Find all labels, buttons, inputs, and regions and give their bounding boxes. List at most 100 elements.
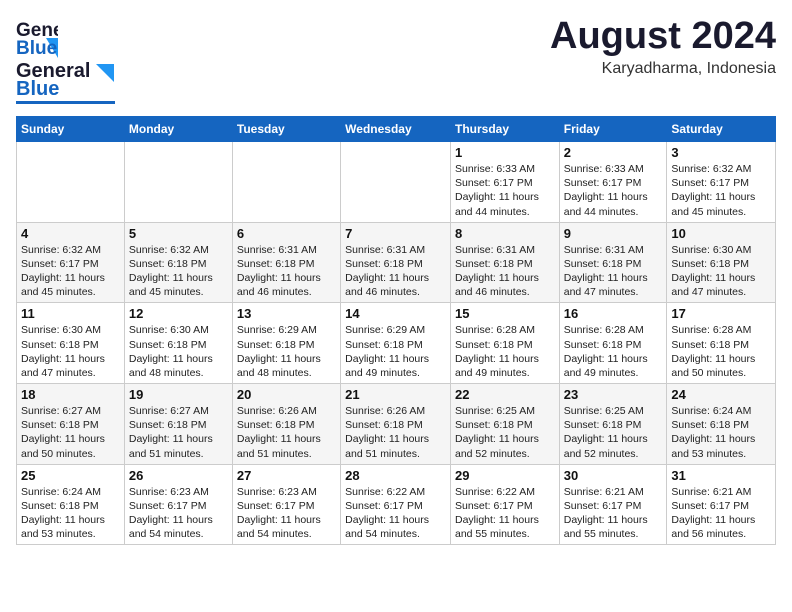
day-cell: 15 Sunrise: 6:28 AMSunset: 6:18 PMDayligh… xyxy=(450,303,559,384)
svg-text:Blue: Blue xyxy=(16,38,57,58)
day-number: 21 xyxy=(345,387,446,402)
day-number: 6 xyxy=(237,226,336,241)
day-cell: 11 Sunrise: 6:30 AMSunset: 6:18 PMDayligh… xyxy=(17,303,125,384)
day-number: 30 xyxy=(564,468,663,483)
day-number: 10 xyxy=(671,226,771,241)
day-number: 1 xyxy=(455,145,555,160)
day-cell: 3 Sunrise: 6:32 AMSunset: 6:17 PMDaylight… xyxy=(667,142,776,223)
day-cell xyxy=(232,142,340,223)
logo-icon: General Blue xyxy=(16,16,58,58)
day-cell: 10 Sunrise: 6:30 AMSunset: 6:18 PMDayligh… xyxy=(667,222,776,303)
logo-blue: Blue xyxy=(16,79,59,99)
weekday-header-sunday: Sunday xyxy=(17,117,125,142)
weekday-header-friday: Friday xyxy=(559,117,667,142)
day-cell: 9 Sunrise: 6:31 AMSunset: 6:18 PMDaylight… xyxy=(559,222,667,303)
day-detail: Sunrise: 6:22 AMSunset: 6:17 PMDaylight:… xyxy=(455,485,555,542)
day-number: 31 xyxy=(671,468,771,483)
day-cell: 23 Sunrise: 6:25 AMSunset: 6:18 PMDayligh… xyxy=(559,384,667,465)
day-detail: Sunrise: 6:26 AMSunset: 6:18 PMDaylight:… xyxy=(237,404,336,461)
day-detail: Sunrise: 6:24 AMSunset: 6:18 PMDaylight:… xyxy=(671,404,771,461)
day-cell: 13 Sunrise: 6:29 AMSunset: 6:18 PMDayligh… xyxy=(232,303,340,384)
day-number: 29 xyxy=(455,468,555,483)
day-number: 8 xyxy=(455,226,555,241)
day-detail: Sunrise: 6:27 AMSunset: 6:18 PMDaylight:… xyxy=(129,404,228,461)
day-cell xyxy=(341,142,451,223)
day-cell: 18 Sunrise: 6:27 AMSunset: 6:18 PMDayligh… xyxy=(17,384,125,465)
location-title: Karyadharma, Indonesia xyxy=(550,60,776,78)
day-number: 28 xyxy=(345,468,446,483)
day-cell: 26 Sunrise: 6:23 AMSunset: 6:17 PMDayligh… xyxy=(124,464,232,545)
day-detail: Sunrise: 6:25 AMSunset: 6:18 PMDaylight:… xyxy=(564,404,663,461)
day-detail: Sunrise: 6:23 AMSunset: 6:17 PMDaylight:… xyxy=(237,485,336,542)
day-cell: 20 Sunrise: 6:26 AMSunset: 6:18 PMDayligh… xyxy=(232,384,340,465)
logo-triangle-icon xyxy=(96,64,114,82)
day-number: 11 xyxy=(21,306,120,321)
calendar-table: SundayMondayTuesdayWednesdayThursdayFrid… xyxy=(16,116,776,545)
page-header: General Blue General Blue August 2024 Ka… xyxy=(16,16,776,104)
day-detail: Sunrise: 6:31 AMSunset: 6:18 PMDaylight:… xyxy=(237,243,336,300)
day-detail: Sunrise: 6:28 AMSunset: 6:18 PMDaylight:… xyxy=(455,323,555,380)
day-detail: Sunrise: 6:33 AMSunset: 6:17 PMDaylight:… xyxy=(564,162,663,219)
day-detail: Sunrise: 6:21 AMSunset: 6:17 PMDaylight:… xyxy=(564,485,663,542)
week-row-2: 4 Sunrise: 6:32 AMSunset: 6:17 PMDaylight… xyxy=(17,222,776,303)
day-detail: Sunrise: 6:23 AMSunset: 6:17 PMDaylight:… xyxy=(129,485,228,542)
day-cell: 5 Sunrise: 6:32 AMSunset: 6:18 PMDaylight… xyxy=(124,222,232,303)
day-detail: Sunrise: 6:22 AMSunset: 6:17 PMDaylight:… xyxy=(345,485,446,542)
logo: General Blue General Blue xyxy=(16,16,115,104)
day-cell: 6 Sunrise: 6:31 AMSunset: 6:18 PMDaylight… xyxy=(232,222,340,303)
day-number: 15 xyxy=(455,306,555,321)
day-cell xyxy=(17,142,125,223)
day-number: 16 xyxy=(564,306,663,321)
day-detail: Sunrise: 6:32 AMSunset: 6:18 PMDaylight:… xyxy=(129,243,228,300)
weekday-header-row: SundayMondayTuesdayWednesdayThursdayFrid… xyxy=(17,117,776,142)
day-detail: Sunrise: 6:31 AMSunset: 6:18 PMDaylight:… xyxy=(564,243,663,300)
day-detail: Sunrise: 6:29 AMSunset: 6:18 PMDaylight:… xyxy=(237,323,336,380)
day-number: 2 xyxy=(564,145,663,160)
day-cell: 19Sunrise: 6:27 AMSunset: 6:18 PMDayligh… xyxy=(124,384,232,465)
day-cell: 27 Sunrise: 6:23 AMSunset: 6:17 PMDayligh… xyxy=(232,464,340,545)
day-cell: 14Sunrise: 6:29 AMSunset: 6:18 PMDayligh… xyxy=(341,303,451,384)
weekday-header-wednesday: Wednesday xyxy=(341,117,451,142)
day-number: 26 xyxy=(129,468,228,483)
day-number: 27 xyxy=(237,468,336,483)
day-cell: 29 Sunrise: 6:22 AMSunset: 6:17 PMDayligh… xyxy=(450,464,559,545)
day-cell: 28 Sunrise: 6:22 AMSunset: 6:17 PMDayligh… xyxy=(341,464,451,545)
day-cell: 16 Sunrise: 6:28 AMSunset: 6:18 PMDayligh… xyxy=(559,303,667,384)
week-row-1: 1 Sunrise: 6:33 AMSunset: 6:17 PMDaylight… xyxy=(17,142,776,223)
day-detail: Sunrise: 6:30 AMSunset: 6:18 PMDaylight:… xyxy=(671,243,771,300)
day-cell: 2 Sunrise: 6:33 AMSunset: 6:17 PMDaylight… xyxy=(559,142,667,223)
day-cell: 21 Sunrise: 6:26 AMSunset: 6:18 PMDayligh… xyxy=(341,384,451,465)
day-detail: Sunrise: 6:31 AMSunset: 6:18 PMDaylight:… xyxy=(455,243,555,300)
weekday-header-monday: Monday xyxy=(124,117,232,142)
day-number: 23 xyxy=(564,387,663,402)
day-number: 9 xyxy=(564,226,663,241)
day-detail: Sunrise: 6:30 AMSunset: 6:18 PMDaylight:… xyxy=(21,323,120,380)
day-cell: 22 Sunrise: 6:25 AMSunset: 6:18 PMDayligh… xyxy=(450,384,559,465)
day-detail: Sunrise: 6:27 AMSunset: 6:18 PMDaylight:… xyxy=(21,404,120,461)
day-detail: Sunrise: 6:32 AMSunset: 6:17 PMDaylight:… xyxy=(671,162,771,219)
day-cell: 4 Sunrise: 6:32 AMSunset: 6:17 PMDaylight… xyxy=(17,222,125,303)
day-number: 13 xyxy=(237,306,336,321)
weekday-header-saturday: Saturday xyxy=(667,117,776,142)
day-detail: Sunrise: 6:24 AMSunset: 6:18 PMDaylight:… xyxy=(21,485,120,542)
day-detail: Sunrise: 6:26 AMSunset: 6:18 PMDaylight:… xyxy=(345,404,446,461)
day-detail: Sunrise: 6:28 AMSunset: 6:18 PMDaylight:… xyxy=(564,323,663,380)
day-number: 12 xyxy=(129,306,228,321)
day-cell: 30 Sunrise: 6:21 AMSunset: 6:17 PMDayligh… xyxy=(559,464,667,545)
day-number: 25 xyxy=(21,468,120,483)
day-detail: Sunrise: 6:25 AMSunset: 6:18 PMDaylight:… xyxy=(455,404,555,461)
day-number: 18 xyxy=(21,387,120,402)
day-number: 22 xyxy=(455,387,555,402)
day-cell: 17Sunrise: 6:28 AMSunset: 6:18 PMDayligh… xyxy=(667,303,776,384)
day-number: 7 xyxy=(345,226,446,241)
day-number: 5 xyxy=(129,226,228,241)
day-number: 3 xyxy=(671,145,771,160)
day-number: 20 xyxy=(237,387,336,402)
day-detail: Sunrise: 6:28 AMSunset: 6:18 PMDaylight:… xyxy=(671,323,771,380)
day-number: 24 xyxy=(671,387,771,402)
title-block: August 2024 Karyadharma, Indonesia xyxy=(550,16,776,78)
day-detail: Sunrise: 6:32 AMSunset: 6:17 PMDaylight:… xyxy=(21,243,120,300)
day-detail: Sunrise: 6:29 AMSunset: 6:18 PMDaylight:… xyxy=(345,323,446,380)
day-detail: Sunrise: 6:33 AMSunset: 6:17 PMDaylight:… xyxy=(455,162,555,219)
day-number: 4 xyxy=(21,226,120,241)
